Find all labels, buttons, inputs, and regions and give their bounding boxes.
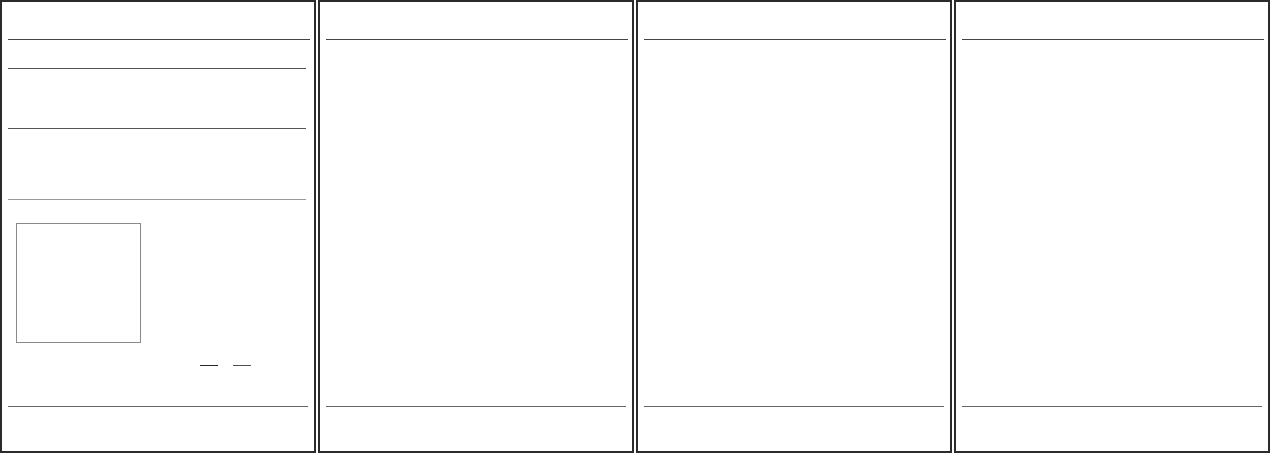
divider (8, 406, 308, 407)
report-page-2 (318, 0, 634, 453)
isolux-plot (962, 62, 1262, 352)
polar-intensity-chart-cdklm (644, 60, 944, 360)
c0-legend-line (200, 365, 218, 366)
report-page-3 (636, 0, 952, 453)
divider (8, 128, 306, 129)
inventfine-logo (327, 7, 427, 24)
divider (962, 39, 1264, 40)
divider (326, 39, 628, 40)
divider (644, 406, 944, 407)
divider (8, 68, 306, 69)
divider (962, 406, 1262, 407)
report-page-1 (0, 0, 316, 453)
c90-legend-line (233, 365, 251, 366)
inventfine-logo (645, 7, 745, 24)
intensity-distribution-charts (326, 62, 626, 404)
report-page-4 (954, 0, 1270, 453)
divider (326, 406, 626, 407)
report-sheet (0, 0, 1270, 453)
luminaire-picture-box (16, 223, 141, 343)
inventfine-logo (963, 7, 1063, 24)
divider (8, 39, 310, 40)
divider (8, 199, 306, 200)
inventfine-logo (9, 7, 109, 24)
polar-intensity-chart-small (147, 215, 312, 365)
curve-legend (142, 365, 312, 366)
divider (644, 39, 946, 40)
